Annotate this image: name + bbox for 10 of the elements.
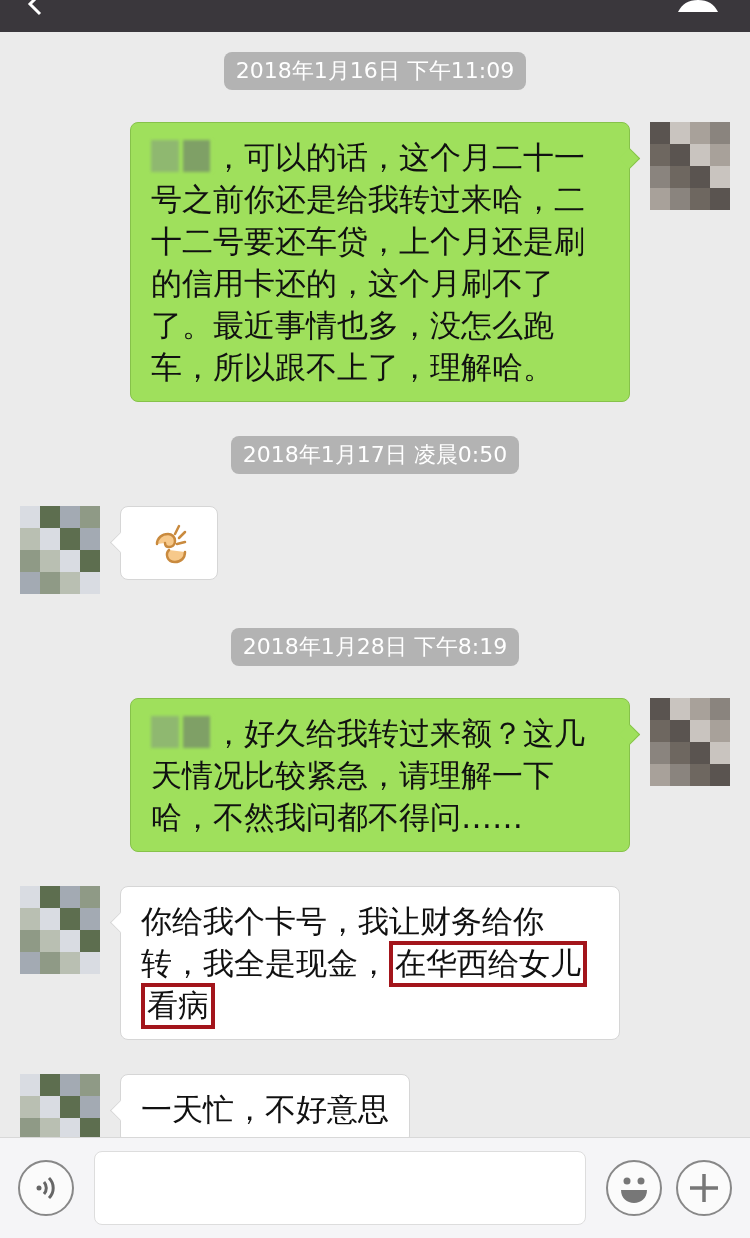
plus-icon — [688, 1172, 720, 1204]
timestamp: 2018年1月28日 下午8:19 — [230, 628, 520, 666]
emoji-button[interactable] — [606, 1160, 662, 1216]
blurred-name — [151, 140, 213, 172]
voice-button[interactable] — [18, 1160, 74, 1216]
blurred-name — [151, 716, 213, 748]
timestamp: 2018年1月16日 下午11:09 — [223, 52, 527, 90]
plus-button[interactable] — [676, 1160, 732, 1216]
timestamp: 2018年1月17日 凌晨0:50 — [230, 436, 520, 474]
message-input-field[interactable] — [94, 1151, 586, 1225]
